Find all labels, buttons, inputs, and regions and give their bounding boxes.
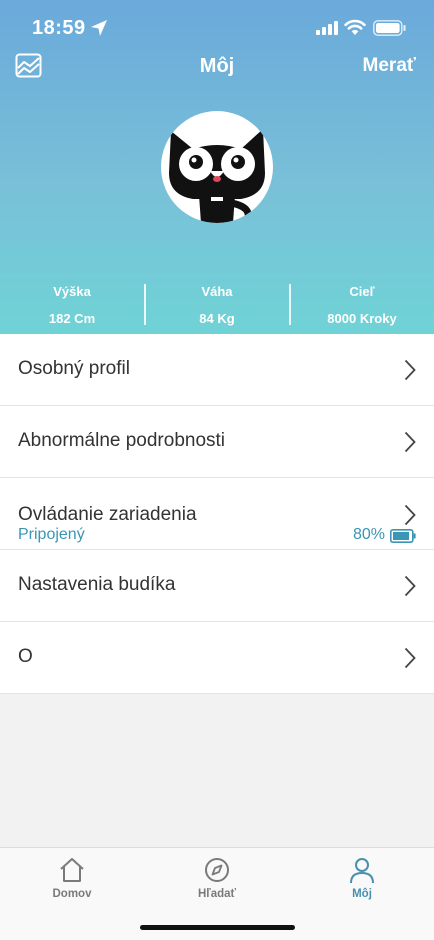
menu-item-label: Osobný profil: [18, 358, 130, 379]
stat-label: Váha: [201, 284, 233, 299]
menu-item-abnormal-details[interactable]: Abnormálne podrobnosti: [0, 406, 434, 478]
tab-label: Domov: [52, 888, 92, 900]
chevron-right-icon: [404, 575, 416, 597]
menu-item-about[interactable]: O: [0, 622, 434, 694]
settings-menu: Osobný profil Abnormálne podrobnosti Ovl…: [0, 334, 434, 694]
profile-header: 18:59 Môj Merať Výška 182 Cm Váha 84 Kg …: [0, 0, 434, 334]
battery-percentage: 80%: [352, 526, 385, 543]
stat-label: Cieľ: [349, 284, 375, 299]
tab-home[interactable]: Domov: [0, 856, 144, 900]
stat-label: Výška: [53, 284, 91, 299]
chevron-right-icon: [404, 504, 416, 526]
tab-label: Hľadať: [197, 888, 237, 900]
chevron-right-icon: [404, 647, 416, 669]
menu-item-label: Ovládanie zariadenia: [18, 504, 197, 525]
stat-value: 8000 Kroky: [327, 311, 397, 326]
wifi-icon: [344, 19, 366, 35]
stat-goal: Cieľ 8000 Kroky: [290, 280, 434, 326]
stats-row: Výška 182 Cm Váha 84 Kg Cieľ 8000 Kroky: [0, 280, 434, 328]
measure-button[interactable]: Merať: [363, 55, 416, 77]
menu-item-device-control[interactable]: Ovládanie zariadenia Pripojený 80%: [0, 478, 434, 550]
menu-item-personal-profile[interactable]: Osobný profil: [0, 334, 434, 406]
compass-icon: [205, 858, 229, 882]
tab-profile[interactable]: Môj: [290, 856, 434, 900]
status-time: 18:59: [32, 17, 86, 39]
menu-item-label: Abnormálne podrobnosti: [18, 430, 226, 451]
home-indicator: [140, 925, 295, 930]
cellular-signal-icon: [316, 21, 338, 35]
avatar[interactable]: [161, 111, 273, 223]
menu-item-label: O: [18, 646, 33, 667]
home-icon: [60, 858, 84, 882]
stat-value: 182 Cm: [48, 311, 96, 326]
device-battery-icon: [390, 529, 416, 543]
menu-item-alarm-settings[interactable]: Nastavenia budíka: [0, 550, 434, 622]
stat-height: Výška 182 Cm: [0, 280, 144, 326]
chevron-right-icon: [404, 359, 416, 381]
menu-item-label: Nastavenia budíka: [18, 574, 176, 595]
stat-value: 84 Kg: [199, 311, 235, 326]
person-icon: [350, 858, 374, 884]
cat-avatar-image: [169, 129, 265, 223]
status-battery-icon: [373, 20, 406, 36]
chevron-right-icon: [404, 431, 416, 453]
tab-search[interactable]: Hľadať: [145, 856, 289, 900]
stat-weight: Váha 84 Kg: [145, 280, 289, 326]
tab-label: Môj: [352, 888, 372, 900]
connection-status: Pripojený: [18, 526, 85, 543]
location-arrow-icon: [91, 20, 107, 36]
status-bar: 18:59: [0, 0, 434, 56]
